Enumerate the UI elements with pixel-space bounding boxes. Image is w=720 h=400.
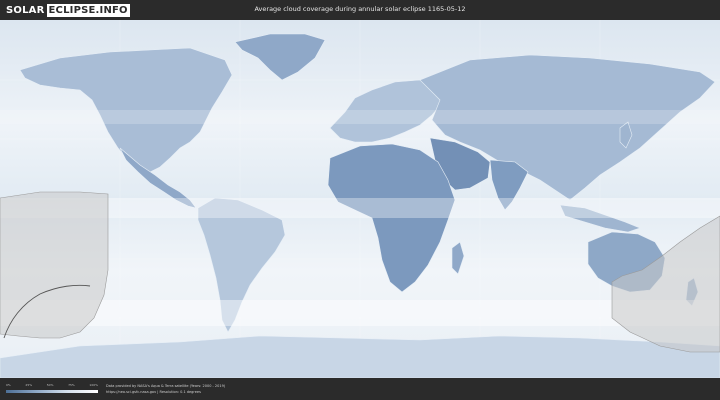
legend-tick: 0%	[6, 383, 11, 387]
data-credit: Data provided by NASA's Aqua & Terra sat…	[106, 384, 225, 395]
eclipse-shadow-west	[0, 191, 109, 339]
legend-tick: 75%	[68, 383, 75, 387]
footer-bar: 0% 25% 50% 75% 100% Data provided by NAS…	[0, 378, 720, 400]
credit-line-2: https://neo.sci.gsfc.nasa.gov | Resoluti…	[106, 389, 201, 394]
legend-tick: 25%	[25, 383, 33, 387]
legend-ticks: 0% 25% 50% 75% 100%	[6, 383, 98, 389]
legend-tick: 100%	[89, 383, 98, 387]
legend-color-bar	[6, 390, 98, 393]
legend-tick: 50%	[46, 383, 54, 387]
page-title: Average cloud coverage during annular so…	[254, 5, 466, 13]
cloud-coverage-map	[0, 20, 720, 378]
credit-line-1: Data provided by NASA's Aqua & Terra sat…	[106, 384, 226, 388]
header-bar: SOLAR ECLIPSE.INFO Average cloud coverag…	[0, 0, 720, 20]
